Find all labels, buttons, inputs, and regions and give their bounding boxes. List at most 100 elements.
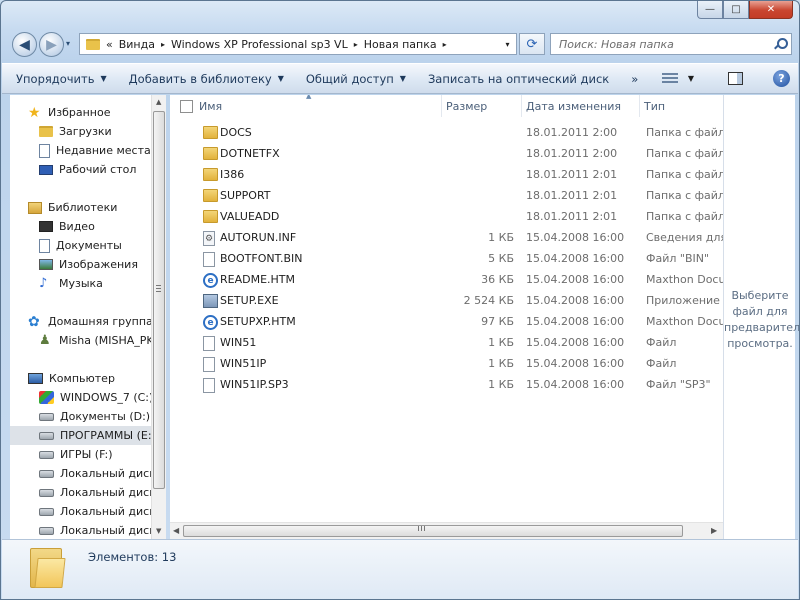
close-button[interactable]: ✕ <box>749 1 793 19</box>
scroll-left-icon[interactable]: ◀ <box>173 526 179 535</box>
address-history-dropdown[interactable]: ▾ <box>498 34 516 54</box>
burn-button[interactable]: Записать на оптический диск <box>414 64 617 93</box>
maximize-button[interactable]: □ <box>723 1 749 19</box>
help-icon[interactable]: ? <box>773 70 790 87</box>
column-header-size[interactable]: Размер <box>442 95 522 117</box>
file-type: Папка с файлами <box>646 147 723 160</box>
sidebar-item-user[interactable]: ♟ Misha (MISHA_PK) <box>39 331 151 350</box>
sidebar-item-label: Локальный диск ( <box>60 467 151 480</box>
scroll-grip-icon <box>156 285 161 292</box>
breadcrumb-separator-icon[interactable]: ▸ <box>354 40 358 49</box>
scrollbar-thumb[interactable] <box>183 525 683 537</box>
file-size: 5 КБ <box>488 252 514 265</box>
breadcrumb-item[interactable]: Новая папка ▸ <box>364 38 447 51</box>
file-icon <box>203 252 215 267</box>
folder-icon <box>203 189 218 202</box>
sidebar-item-downloads[interactable]: Загрузки <box>39 122 112 141</box>
scroll-right-icon[interactable]: ▶ <box>711 526 717 535</box>
column-header-type[interactable]: Тип <box>640 95 723 117</box>
sidebar-item-recent-places[interactable]: Недавние места <box>39 141 151 160</box>
file-modified-date: 15.04.2008 16:00 <box>526 273 625 286</box>
scrollbar-thumb[interactable] <box>153 111 165 489</box>
sidebar-item-local-disk[interactable]: Локальный диск ( <box>39 502 151 521</box>
search-box[interactable]: Поиск: Новая папка <box>550 33 792 55</box>
file-type: Maxthon Docum <box>646 315 723 328</box>
drive-icon <box>39 507 54 516</box>
file-name: AUTORUN.INF <box>220 231 297 244</box>
file-row[interactable]: BOOTFONT.BIN 5 КБ 15.04.2008 16:00 Файл "BI… <box>170 249 723 270</box>
file-modified-date: 18.01.2011 2:00 <box>526 126 618 139</box>
downloads-folder-icon <box>39 126 53 137</box>
sidebar-item-documents[interactable]: Документы <box>39 236 122 255</box>
breadcrumb-item[interactable]: Windows XP Professional sp3 VL ▸ <box>171 38 358 51</box>
breadcrumb-separator-icon[interactable]: ▸ <box>161 40 165 49</box>
system-drive-icon <box>39 391 54 404</box>
file-row[interactable]: VALUEADD 18.01.2011 2:01 Папка с файлами <box>170 207 723 228</box>
address-bar[interactable]: « Винда ▸ Windows XP Professional sp3 VL ▸… <box>79 33 517 55</box>
refresh-button[interactable]: ⟳ <box>519 33 545 55</box>
drive-icon <box>39 469 54 478</box>
breadcrumb-item[interactable]: Винда ▸ <box>119 38 165 51</box>
file-type: Папка с файлами <box>646 126 723 139</box>
sidebar-item-video[interactable]: Видео <box>39 217 95 236</box>
sidebar-item-drive-e[interactable]: ПРОГРАММЫ (E:) <box>10 426 151 445</box>
scroll-up-icon[interactable]: ▲ <box>156 98 161 106</box>
file-row[interactable]: DOCS 18.01.2011 2:00 Папка с файлами <box>170 123 723 144</box>
sidebar-item-homegroup[interactable]: ✿ Домашняя группа <box>28 312 151 331</box>
file-row[interactable]: I386 18.01.2011 2:01 Папка с файлами <box>170 165 723 186</box>
recent-pages-dropdown[interactable]: ▾ <box>66 39 70 48</box>
minimize-button[interactable]: — <box>697 1 723 19</box>
sidebar-item-local-disk[interactable]: Локальный диск ( <box>39 464 151 483</box>
sidebar-item-local-disk[interactable]: Локальный диск ( <box>39 521 151 539</box>
file-row[interactable]: WIN51 1 КБ 15.04.2008 16:00 Файл <box>170 333 723 354</box>
forward-button[interactable]: ▶ <box>39 32 64 57</box>
column-header-name[interactable]: Имя ▲ <box>170 95 442 117</box>
file-row[interactable]: WIN51IP 1 КБ 15.04.2008 16:00 Файл <box>170 354 723 375</box>
file-row[interactable]: AUTORUN.INF 1 КБ 15.04.2008 16:00 Сведения … <box>170 228 723 249</box>
select-all-checkbox[interactable] <box>180 99 193 113</box>
column-header-modified[interactable]: Дата изменения <box>522 95 640 117</box>
file-row[interactable]: e README.HTM 36 КБ 15.04.2008 16:00 Maxthon … <box>170 270 723 291</box>
scroll-down-icon[interactable]: ▼ <box>156 527 161 535</box>
file-name: WIN51 <box>220 336 257 349</box>
more-chevron-icon: » <box>631 71 639 86</box>
change-view-icon[interactable] <box>661 72 678 85</box>
sidebar-item-drive-d[interactable]: Документы (D:) <box>39 407 150 426</box>
search-icon[interactable] <box>774 38 788 50</box>
back-button[interactable]: ◀ <box>12 32 37 57</box>
chevron-down-icon: ▼ <box>399 74 406 83</box>
horizontal-scrollbar[interactable]: ◀ ▶ <box>170 522 723 539</box>
file-row[interactable]: SUPPORT 18.01.2011 2:01 Папка с файлами <box>170 186 723 207</box>
preview-pane-icon[interactable] <box>728 72 743 85</box>
sidebar-item-desktop[interactable]: Рабочий стол <box>39 160 136 179</box>
views-dropdown-icon[interactable]: ▼ <box>688 74 694 83</box>
sidebar-item-libraries[interactable]: Библиотеки <box>28 198 117 217</box>
sidebar-item-drive-f[interactable]: ИГРЫ (F:) <box>39 445 113 464</box>
add-to-library-button[interactable]: Добавить в библиотеку ▼ <box>115 64 292 93</box>
sidebar-item-local-disk[interactable]: Локальный диск ( <box>39 483 151 502</box>
file-row[interactable]: SETUP.EXE 2 524 КБ 15.04.2008 16:00 Приложе… <box>170 291 723 312</box>
sidebar-item-computer[interactable]: Компьютер <box>28 369 115 388</box>
file-row[interactable]: DOTNETFX 18.01.2011 2:00 Папка с файлами <box>170 144 723 165</box>
sidebar-item-music[interactable]: ♪ Музыка <box>39 274 103 293</box>
preview-pane: Выберите файл для предварительного просм… <box>723 95 800 539</box>
folder-icon <box>203 147 218 160</box>
desktop-icon <box>39 164 53 175</box>
address-overflow-chevron[interactable]: « <box>106 38 113 51</box>
file-row[interactable]: WIN51IP.SP3 1 КБ 15.04.2008 16:00 Файл "SP3… <box>170 375 723 396</box>
arrow-left-icon: ◀ <box>19 36 30 53</box>
breadcrumb-separator-icon[interactable]: ▸ <box>443 40 447 49</box>
sidebar-item-drive-c[interactable]: WINDOWS_7 (C:) <box>39 388 151 407</box>
organize-button[interactable]: Упорядочить ▼ <box>2 64 115 93</box>
breadcrumb-label: Windows XP Professional sp3 VL <box>170 37 348 51</box>
file-icon <box>203 336 215 351</box>
sidebar-item-favorites[interactable]: ★ Избранное <box>28 103 110 122</box>
sidebar-scrollbar[interactable]: ▲ ▼ <box>151 95 166 539</box>
share-button[interactable]: Общий доступ ▼ <box>292 64 414 93</box>
sidebar-item-pictures[interactable]: Изображения <box>39 255 138 274</box>
file-row[interactable]: e SETUPXP.HTM 97 КБ 15.04.2008 16:00 Maxthon… <box>170 312 723 333</box>
more-commands-button[interactable]: » <box>617 64 646 93</box>
arrow-right-icon: ▶ <box>46 36 57 53</box>
video-library-icon <box>39 221 53 232</box>
preview-placeholder-text: Выберите файл для предварительного просм… <box>724 289 800 350</box>
